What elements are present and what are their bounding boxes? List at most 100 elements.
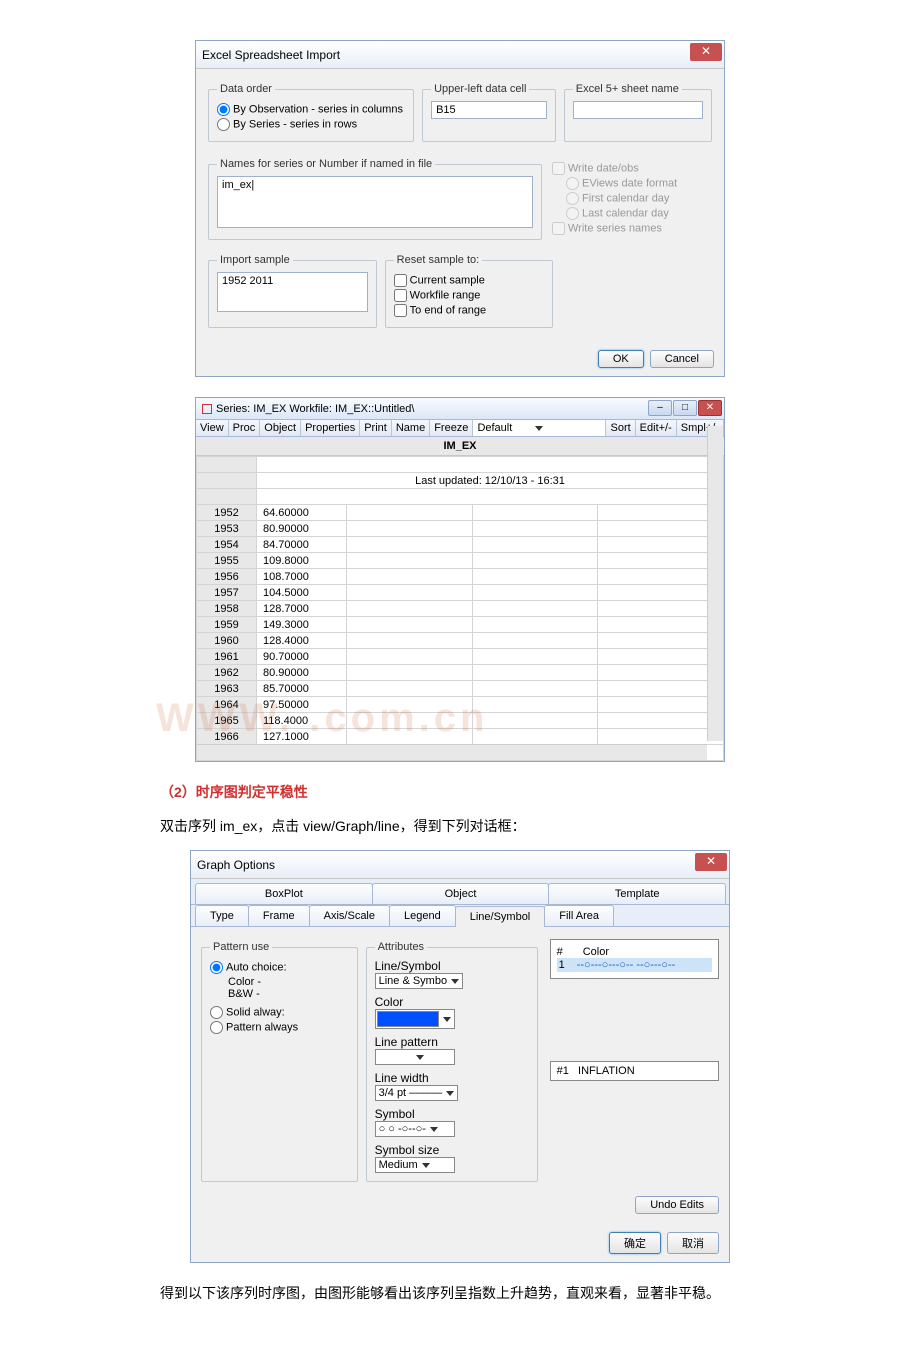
cancel-button-cn[interactable]: 取消	[667, 1232, 719, 1254]
table-row[interactable]: 196385.70000	[197, 681, 724, 697]
radio-auto-choice[interactable]: Auto choice:	[210, 961, 349, 974]
graph-options-titlebar: Graph Options ✕	[191, 851, 729, 879]
tb-name[interactable]: Name	[392, 420, 430, 436]
reset-sample-group: Reset sample to: Current sample Workfile…	[385, 254, 554, 328]
radio-first-calendar: First calendar day	[552, 192, 710, 205]
radio-by-series[interactable]: By Series - series in rows	[217, 118, 405, 131]
tb-sort[interactable]: Sort	[606, 420, 635, 436]
tb-proc[interactable]: Proc	[229, 420, 261, 436]
tb-edit[interactable]: Edit+/-	[636, 420, 677, 436]
minimize-icon[interactable]: –	[648, 400, 672, 416]
ok-button-cn[interactable]: 确定	[609, 1232, 661, 1254]
data-order-group: Data order By Observation - series in co…	[208, 83, 414, 142]
radio-eviews-format: EViews date format	[552, 177, 710, 190]
tb-object[interactable]: Object	[260, 420, 301, 436]
close-icon[interactable]: ✕	[695, 853, 727, 871]
upper-left-input[interactable]	[431, 101, 547, 119]
names-group: Names for series or Number if named in f…	[208, 158, 542, 240]
horizontal-scrollbar[interactable]	[197, 744, 707, 760]
color-dropdown[interactable]	[375, 1009, 455, 1029]
symbolsize-dropdown[interactable]: Medium	[375, 1157, 455, 1173]
body-text-2: 得到以下该序列时序图，由图形能够看出该序列呈指数上升趋势，直观来看，显著非平稳。	[160, 1283, 760, 1303]
tab-fill-area[interactable]: Fill Area	[544, 905, 614, 926]
auto-sub-bw: B&W -	[210, 988, 349, 1000]
table-row[interactable]: 1958128.7000	[197, 601, 724, 617]
import-sample-textarea[interactable]: 1952 2011	[217, 272, 368, 312]
graph-options-title: Graph Options	[197, 858, 275, 872]
dialog-titlebar: Excel Spreadsheet Import ✕	[196, 41, 724, 69]
attr-symbol-label: Symbol	[375, 1107, 529, 1121]
tab-axis-scale[interactable]: Axis/Scale	[309, 905, 390, 926]
table-row[interactable]: 1956108.7000	[197, 569, 724, 585]
attributes-group: Attributes Line/Symbol Line & Symbo Colo…	[366, 941, 538, 1182]
table-row[interactable]: 1965118.4000	[197, 713, 724, 729]
table-row[interactable]: 1955109.8000	[197, 553, 724, 569]
tab-legend[interactable]: Legend	[389, 905, 456, 926]
cancel-button[interactable]: Cancel	[650, 350, 714, 368]
legend-preview: #1 INFLATION	[550, 1061, 719, 1081]
tb-default-combo[interactable]: Default	[473, 420, 606, 436]
tb-view[interactable]: View	[196, 420, 229, 436]
table-row[interactable]: 195380.90000	[197, 521, 724, 537]
names-legend: Names for series or Number if named in f…	[217, 158, 435, 170]
preview-panel: #Color 1 --○---○---○-- --○---○-- #1 INFL…	[546, 937, 719, 1186]
vertical-scrollbar[interactable]	[707, 426, 723, 741]
table-row[interactable]: 196190.70000	[197, 649, 724, 665]
radio-last-calendar: Last calendar day	[552, 207, 710, 220]
table-row[interactable]: 1966127.1000	[197, 729, 724, 745]
dialog-title: Excel Spreadsheet Import	[202, 48, 340, 62]
table-row[interactable]: 196497.50000	[197, 697, 724, 713]
undo-edits-button[interactable]: Undo Edits	[635, 1196, 719, 1214]
pattern-use-group: Pattern use Auto choice: Color - B&W - S…	[201, 941, 358, 1182]
color-preview-list[interactable]: #Color 1 --○---○---○-- --○---○--	[550, 939, 719, 979]
tab-type[interactable]: Type	[195, 905, 249, 926]
table-row[interactable]: 1959149.3000	[197, 617, 724, 633]
import-sample-group: Import sample 1952 2011	[208, 254, 377, 328]
attr-linewidth-label: Line width	[375, 1071, 529, 1085]
graph-options-dialog: Graph Options ✕ BoxPlot Object Template …	[190, 850, 730, 1263]
close-icon[interactable]: ✕	[690, 43, 722, 61]
series-window: Series: IM_EX Workfile: IM_EX::Untitled\…	[195, 397, 725, 762]
series-titlebar: Series: IM_EX Workfile: IM_EX::Untitled\…	[196, 398, 724, 420]
last-updated: Last updated: 12/10/13 - 16:31	[257, 473, 724, 489]
upper-left-legend: Upper-left data cell	[431, 83, 529, 95]
sheet-name-group: Excel 5+ sheet name	[564, 83, 712, 142]
table-row[interactable]: 195264.60000	[197, 505, 724, 521]
check-current-sample[interactable]: Current sample	[394, 274, 545, 287]
import-sample-legend: Import sample	[217, 254, 293, 266]
table-row[interactable]: 195484.70000	[197, 537, 724, 553]
ok-button[interactable]: OK	[598, 350, 644, 368]
radio-pattern-always[interactable]: Pattern always	[210, 1021, 349, 1034]
sheet-name-input[interactable]	[573, 101, 703, 119]
pattern-use-legend: Pattern use	[210, 941, 272, 953]
tb-freeze[interactable]: Freeze	[430, 420, 473, 436]
tab-frame[interactable]: Frame	[248, 905, 310, 926]
check-write-seriesnames[interactable]: Write series names	[552, 222, 710, 235]
linepattern-dropdown[interactable]	[375, 1049, 455, 1065]
data-order-legend: Data order	[217, 83, 275, 95]
symbol-dropdown[interactable]: ○ ○ -○--○-	[375, 1121, 455, 1137]
auto-sub-color: Color -	[210, 976, 349, 988]
radio-solid-always[interactable]: Solid alway:	[210, 1006, 349, 1019]
check-to-end-range[interactable]: To end of range	[394, 304, 545, 317]
attr-linesymbol-label: Line/Symbol	[375, 959, 529, 973]
tab-boxplot[interactable]: BoxPlot	[195, 883, 373, 904]
radio-by-observation[interactable]: By Observation - series in columns	[217, 103, 405, 116]
preview-pattern: --○---○---○-- --○---○--	[577, 959, 676, 971]
tab-object[interactable]: Object	[372, 883, 550, 904]
table-row[interactable]: 1960128.4000	[197, 633, 724, 649]
check-workfile-range[interactable]: Workfile range	[394, 289, 545, 302]
tb-properties[interactable]: Properties	[301, 420, 360, 436]
tab-template[interactable]: Template	[548, 883, 726, 904]
maximize-icon[interactable]: □	[673, 400, 697, 416]
table-row[interactable]: 196280.90000	[197, 665, 724, 681]
table-row[interactable]: 1957104.5000	[197, 585, 724, 601]
check-write-dateobs[interactable]: Write date/obs	[552, 162, 710, 175]
names-textarea[interactable]: im_ex|	[217, 176, 533, 228]
tab-line-symbol[interactable]: Line/Symbol	[455, 906, 546, 927]
linewidth-dropdown[interactable]: 3/4 pt ———	[375, 1085, 459, 1101]
linesymbol-dropdown[interactable]: Line & Symbo	[375, 973, 463, 989]
tb-print[interactable]: Print	[360, 420, 392, 436]
close-icon[interactable]: ✕	[698, 400, 722, 416]
body-text-1: 双击序列 im_ex，点击 view/Graph/line，得到下列对话框：	[160, 816, 760, 836]
